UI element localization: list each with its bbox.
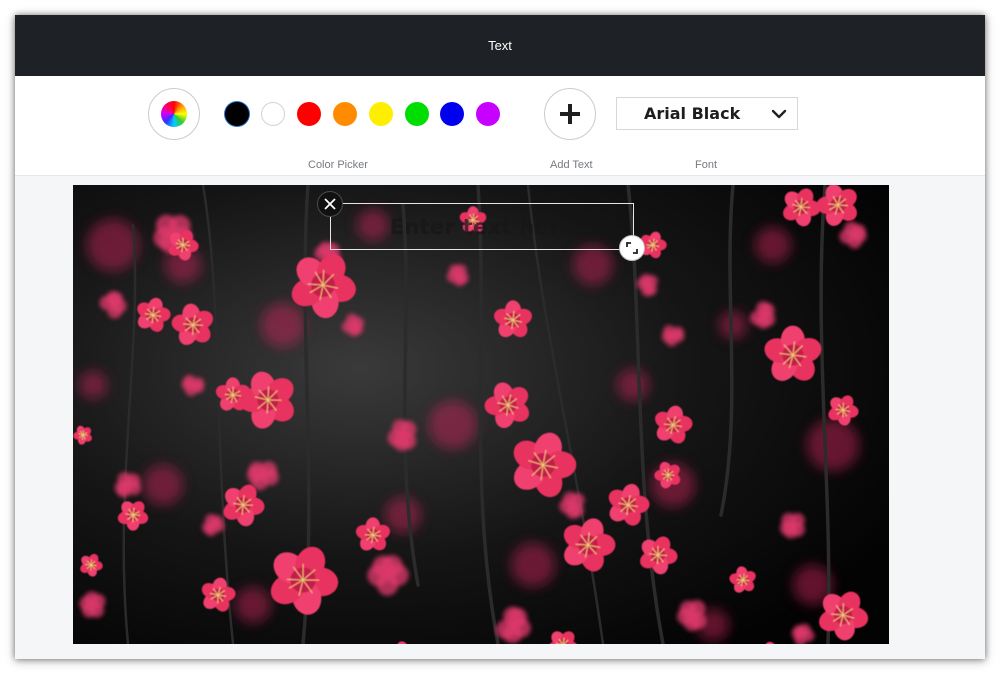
background-photo <box>73 185 889 644</box>
resize-handle[interactable] <box>619 235 645 261</box>
font-select[interactable]: Arial Black <box>616 97 798 130</box>
font-select-value: Arial Black <box>644 104 741 123</box>
resize-icon <box>626 242 638 254</box>
chevron-down-icon <box>771 109 787 118</box>
text-input-box[interactable]: Enter text here <box>330 203 634 250</box>
color-picker-label: Color Picker <box>308 159 368 171</box>
color-swatch-black[interactable] <box>225 102 249 126</box>
color-swatch-green[interactable] <box>405 102 429 126</box>
add-text-button[interactable] <box>544 88 596 140</box>
color-swatch-red[interactable] <box>297 102 321 126</box>
toolbar: Color Picker Add Text Arial Black Font <box>15 76 985 176</box>
title-bar: Text <box>15 15 985 76</box>
color-swatch-orange[interactable] <box>333 102 357 126</box>
close-button[interactable] <box>317 191 343 217</box>
color-swatch-purple[interactable] <box>476 102 500 126</box>
editor-window: Text Color Picker Add Text Arial Black F… <box>15 15 985 659</box>
close-icon <box>324 198 336 210</box>
color-wheel-icon <box>161 101 187 127</box>
plus-icon <box>560 104 580 124</box>
color-wheel-button[interactable] <box>148 88 200 140</box>
color-swatch-white[interactable] <box>261 102 285 126</box>
color-swatch-yellow[interactable] <box>369 102 393 126</box>
image-canvas[interactable]: Enter text here <box>73 185 889 644</box>
color-swatch-blue[interactable] <box>440 102 464 126</box>
window-title: Text <box>488 38 512 53</box>
font-label: Font <box>695 159 718 171</box>
add-text-label: Add Text <box>550 159 593 171</box>
text-placeholder: Enter text here <box>389 214 575 239</box>
